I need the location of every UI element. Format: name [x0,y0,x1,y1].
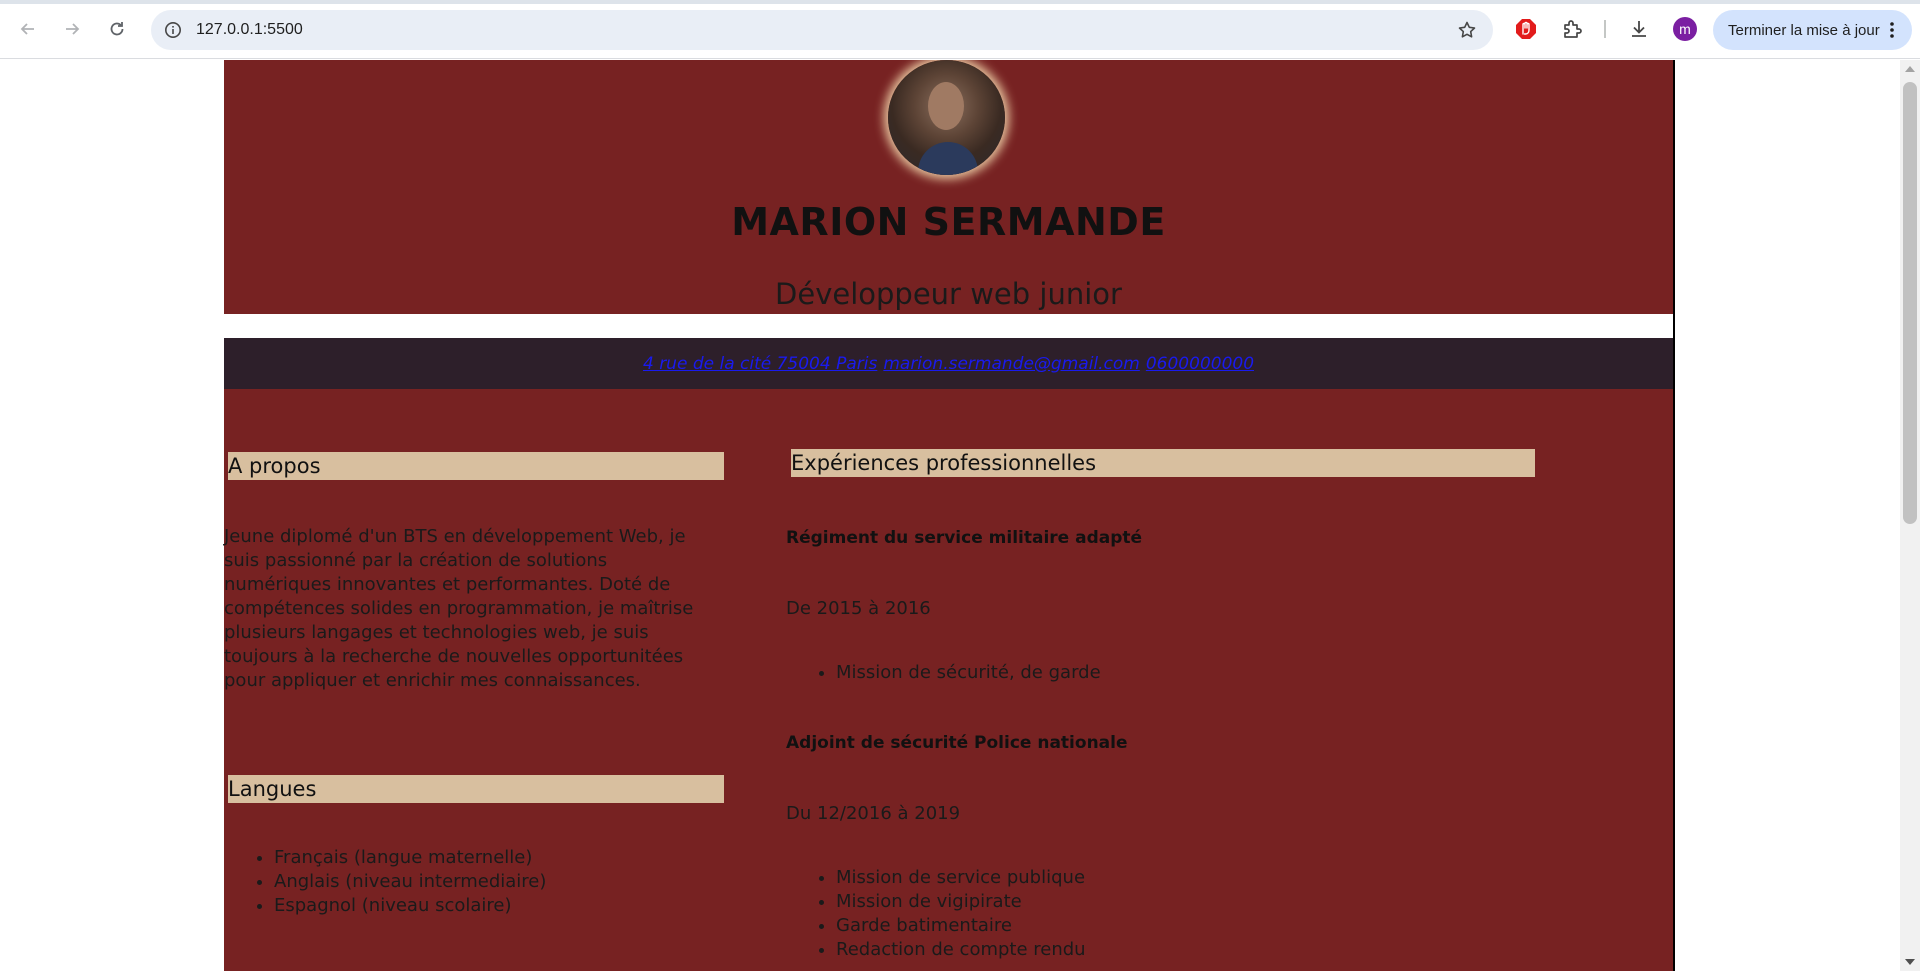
site-info-icon[interactable] [161,18,185,42]
forward-arrow-icon[interactable] [56,13,88,45]
experience-title: Régiment du service militaire adapté [786,528,1143,548]
profile-photo [888,60,1005,175]
toolbar-separator [1604,20,1606,38]
scroll-up-arrow-icon[interactable] [1905,66,1915,72]
list-item: Français (langue maternelle) [274,846,714,870]
bookmark-star-icon[interactable] [1455,18,1479,42]
page-scrollbar[interactable] [1900,60,1920,971]
browser-toolbar: 127.0.0.1:5500 m Terminer la mise à jour [0,0,1920,59]
profile-photo-face [928,82,964,130]
update-button-label: Terminer la mise à jour [1728,21,1880,39]
experience-title: Adjoint de sécurité Police nationale [786,733,1128,753]
profile-avatar[interactable]: m [1673,17,1697,41]
experience-period: De 2015 à 2016 [786,598,931,619]
back-arrow-icon[interactable] [12,13,44,45]
languages-list: Français (langue maternelle) Anglais (ni… [224,846,714,918]
update-button[interactable]: Terminer la mise à jour [1713,10,1912,50]
person-name: MARION SERMANDE [731,200,1166,244]
address-bar[interactable]: 127.0.0.1:5500 [151,10,1493,50]
url-text[interactable]: 127.0.0.1:5500 [196,10,303,50]
about-section-title: A propos [228,452,724,480]
about-text: Jeune diplomé d'un BTS en développement … [224,526,694,691]
header-divider [224,314,1673,338]
contact-bar: 4 rue de la cité 75004 Paris marion.serm… [224,338,1673,389]
job-title: Développeur web junior [775,277,1122,311]
email-link[interactable]: marion.sermande@gmail.com [883,354,1140,374]
reload-icon[interactable] [101,13,133,45]
address-link[interactable]: 4 rue de la cité 75004 Paris [643,354,877,374]
experiences-section-title: Expériences professionnelles [791,449,1535,477]
phone-link[interactable]: 0600000000 [1146,354,1254,374]
list-item: Anglais (niveau intermediaire) [274,870,714,894]
list-item: Mission de sécurité, de garde [836,661,1386,685]
list-item: Redaction de compte rendu [836,938,1386,962]
list-item: Espagnol (niveau scolaire) [274,894,714,918]
experience-missions: Mission de sécurité, de garde [786,661,1386,685]
languages-section-title: Langues [228,775,724,803]
more-vert-icon[interactable] [1882,19,1902,41]
list-item: Garde batimentaire [836,914,1386,938]
cv-header: MARION SERMANDE Développeur web junior [224,60,1673,314]
page-viewport: MARION SERMANDE Développeur web junior 4… [0,60,1900,971]
tab-strip-edge [0,0,1920,4]
list-item: Mission de service publique [836,866,1386,890]
cv-container: MARION SERMANDE Développeur web junior 4… [224,60,1675,971]
experience-period: Du 12/2016 à 2019 [786,803,961,824]
download-icon[interactable] [1625,15,1653,43]
profile-photo-shirt [918,142,978,175]
adblock-icon[interactable] [1512,15,1540,43]
experience-missions: Mission de service publique Mission de v… [786,866,1386,962]
list-item: Mission de vigipirate [836,890,1386,914]
extensions-icon[interactable] [1558,15,1586,43]
scrollbar-thumb[interactable] [1903,82,1917,524]
scroll-down-arrow-icon[interactable] [1905,959,1915,965]
